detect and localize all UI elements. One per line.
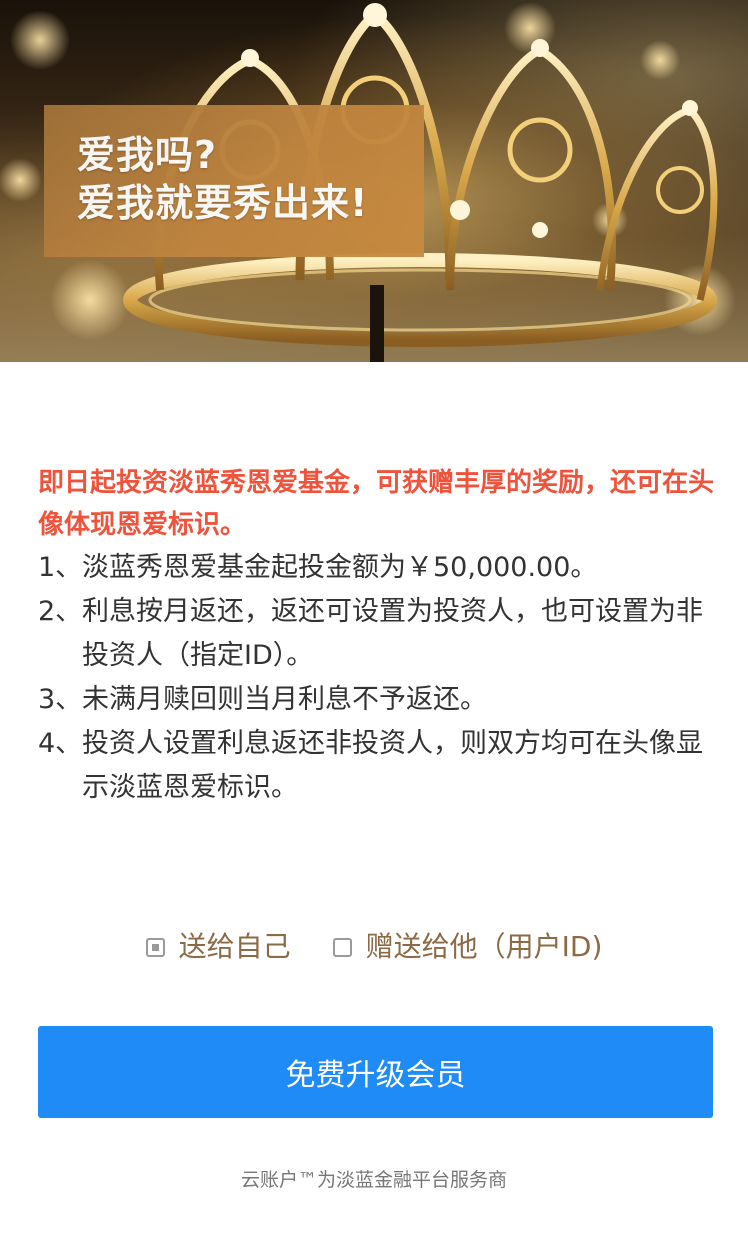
option-gift[interactable]: 赠送给他（用户ID)	[332, 924, 603, 970]
rule-text: 淡蓝秀恩爱基金起投金额为￥50,000.00。	[82, 552, 598, 583]
checkbox-dot	[151, 943, 159, 951]
rule-item-3: 3、 未满月赎回则当月利息不予返还。	[38, 678, 714, 722]
checkbox-unchecked-icon[interactable]	[332, 937, 352, 957]
banner-image: 爱我吗? 爱我就要秀出来!	[0, 0, 748, 362]
rule-item-4: 4、 投资人设置利息返还非投资人，则双方均可在头像显示淡蓝恩爱标识。	[38, 722, 714, 810]
rule-number: 1、	[38, 552, 83, 583]
rule-number: 4、	[38, 728, 83, 759]
rule-number: 2、	[38, 596, 83, 627]
footer-text: 云账户™为淡蓝金融平台服务商	[240, 1169, 507, 1191]
rule-item-1: 1、 淡蓝秀恩爱基金起投金额为￥50,000.00。	[38, 546, 714, 590]
description-section: 即日起投资淡蓝秀恩爱基金，可获赠丰厚的奖励，还可在头像体现恩爱标识。 1、 淡蓝…	[38, 462, 714, 810]
option-self[interactable]: 送给自己	[145, 924, 291, 970]
rule-text: 利息按月返还，返还可设置为投资人，也可设置为非投资人（指定ID）。	[82, 596, 703, 671]
rule-text: 未满月赎回则当月利息不予返还。	[82, 684, 487, 715]
option-self-label: 送给自己	[178, 930, 291, 963]
upgrade-member-button[interactable]: 免费升级会员	[38, 1026, 713, 1118]
headline-box: 爱我吗? 爱我就要秀出来!	[44, 105, 424, 257]
recipient-options: 送给自己 赠送给他（用户ID)	[0, 924, 748, 970]
page: 爱我吗? 爱我就要秀出来! 即日起投资淡蓝秀恩爱基金，可获赠丰厚的奖励，还可在头…	[0, 0, 748, 1256]
option-gift-label: 赠送给他（用户ID)	[365, 930, 603, 963]
rule-item-2: 2、 利息按月返还，返还可设置为投资人，也可设置为非投资人（指定ID）。	[38, 590, 714, 678]
checkbox-checked-icon[interactable]	[145, 937, 165, 957]
promo-text: 即日起投资淡蓝秀恩爱基金，可获赠丰厚的奖励，还可在头像体现恩爱标识。	[38, 468, 715, 540]
rules-list: 1、 淡蓝秀恩爱基金起投金额为￥50,000.00。 2、 利息按月返还，返还可…	[38, 546, 714, 810]
rule-text: 投资人设置利息返还非投资人，则双方均可在头像显示淡蓝恩爱标识。	[82, 728, 703, 803]
headline-line-2: 爱我就要秀出来!	[77, 181, 369, 225]
rule-number: 3、	[38, 684, 83, 715]
headline-line-1: 爱我吗?	[77, 133, 218, 177]
